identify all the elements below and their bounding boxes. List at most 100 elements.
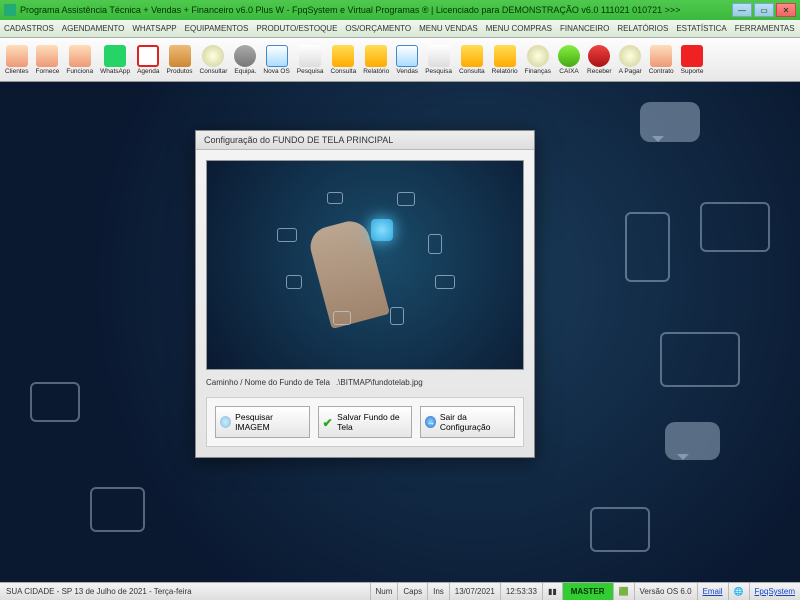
toolbar-consulta[interactable]: Consulta [328,39,360,81]
bg-server-icon [625,212,670,282]
toolbar-label: Relatório [363,68,389,75]
path-label: Caminho / Nome do Fundo de Tela [206,378,330,387]
toolbar-equipa[interactable]: Equipa. [231,39,259,81]
menu-agendamento[interactable]: AGENDAMENTO [62,24,125,33]
menu-estatistica[interactable]: ESTATÍSTICA [676,24,726,33]
path-value: .\BITMAP\fundotelab.jpg [336,378,524,387]
menu-produto[interactable]: PRODUTO/ESTOQUE [256,24,337,33]
toolbar-label: Nova OS [263,68,289,75]
toolbar-consultar[interactable]: Consultar [197,39,231,81]
bg-device-icon-3 [30,382,80,422]
toolbar-relatrio[interactable]: Relatório [360,39,392,81]
toolbar-receber[interactable]: Receber [584,39,615,81]
funciona-icon [69,45,91,67]
menubar: CADASTROS AGENDAMENTO WHATSAPP EQUIPAMEN… [0,20,800,38]
bg-speech-icon-2 [665,422,720,460]
toolbar-fornece[interactable]: Fornece [32,39,62,81]
toolbar-label: Receber [587,68,612,75]
toolbar-pesquisa[interactable]: Pesquisa [294,39,327,81]
status-location: SUA CIDADE - SP 13 de Julho de 2021 - Te… [0,587,370,596]
agenda-icon [137,45,159,67]
apagar-icon [619,45,641,67]
equipa-icon [234,45,256,67]
toolbar-label: Clientes [5,68,28,75]
preview-device-icon [327,192,343,204]
bg-speech-icon [640,102,700,142]
menu-financeiro[interactable]: FINANCEIRO [560,24,609,33]
toolbar-label: Fornece [35,68,59,75]
status-num: Num [370,583,398,600]
caixa-icon [558,45,580,67]
toolbar-label: Consulta [331,68,357,75]
save-wallpaper-label: Salvar Fundo de Tela [337,412,407,432]
whatsapp-icon [104,45,126,67]
window-titlebar: Programa Assistência Técnica + Vendas + … [0,0,800,20]
close-button[interactable]: ✕ [776,3,796,17]
exit-config-button[interactable]: → Sair da Configuração [420,406,515,438]
window-title: Programa Assistência Técnica + Vendas + … [20,5,732,15]
background-config-dialog: Configuração do FUNDO DE TELA PRINCIPAL … [195,130,535,458]
toolbar-agenda[interactable]: Agenda [134,39,162,81]
magnifier-icon [220,416,231,428]
dialog-button-row: Pesquisar IMAGEM ✔ Salvar Fundo de Tela … [206,397,524,447]
exit-config-label: Sair da Configuração [440,412,510,432]
pesquisa-icon [428,45,450,67]
toolbar-label: Relatório [492,68,518,75]
menu-cadastros[interactable]: CADASTROS [4,24,54,33]
check-icon: ✔ [323,416,334,428]
menu-ferramentas[interactable]: FERRAMENTAS [735,24,795,33]
toolbar-vendas[interactable]: Vendas [393,39,421,81]
consulta-icon [461,45,483,67]
dialog-title: Configuração do FUNDO DE TELA PRINCIPAL [196,131,534,150]
preview-device-icon [435,275,455,289]
menu-vendas[interactable]: MENU VENDAS [419,24,478,33]
contrato-icon [650,45,672,67]
finanas-icon [527,45,549,67]
toolbar-novaos[interactable]: Nova OS [260,39,292,81]
toolbar-label: Vendas [396,68,418,75]
toolbar: Clientes Fornece FuncionaWhatsApp Agenda Pro… [0,38,800,82]
pesquisa-icon [299,45,321,67]
wallpaper-preview [206,160,524,370]
status-ins: Ins [427,583,449,600]
toolbar-consulta[interactable]: Consulta [456,39,488,81]
toolbar-label: Agenda [137,68,159,75]
menu-equipamentos[interactable]: EQUIPAMENTOS [185,24,249,33]
toolbar-suporte[interactable]: Suporte [678,39,707,81]
save-wallpaper-button[interactable]: ✔ Salvar Fundo de Tela [318,406,413,438]
menu-whatsapp[interactable]: WHATSAPP [132,24,176,33]
menu-relatorios[interactable]: RELATÓRIOS [617,24,668,33]
menu-compras[interactable]: MENU COMPRAS [486,24,552,33]
toolbar-relatrio[interactable]: Relatório [489,39,521,81]
bg-device-icon [590,507,650,552]
toolbar-produtos[interactable]: Produtos [164,39,196,81]
toolbar-whatsapp[interactable]: WhatsApp [97,39,133,81]
bg-monitor-icon [700,202,770,252]
status-version: Versão OS 6.0 [634,583,697,600]
statusbar: SUA CIDADE - SP 13 de Julho de 2021 - Te… [0,582,800,600]
minimize-button[interactable]: — [732,3,752,17]
dialog-body: Caminho / Nome do Fundo de Tela .\BITMAP… [196,150,534,457]
toolbar-finanas[interactable]: Finanças [522,39,554,81]
toolbar-pesquisa[interactable]: Pesquisa [422,39,455,81]
toolbar-funciona[interactable]: Funciona [63,39,96,81]
produtos-icon [169,45,191,67]
path-row: Caminho / Nome do Fundo de Tela .\BITMAP… [206,378,524,387]
search-image-button[interactable]: Pesquisar IMAGEM [215,406,310,438]
status-email-link[interactable]: Email [697,583,728,600]
toolbar-apagar[interactable]: A Pagar [616,39,645,81]
toolbar-caixa[interactable]: CAIXA [555,39,583,81]
workspace: Configuração do FUNDO DE TELA PRINCIPAL … [0,82,800,582]
consultar-icon [202,45,224,67]
status-site-link[interactable]: FpqSystem [749,583,800,600]
toolbar-clientes[interactable]: Clientes [2,39,31,81]
menu-os[interactable]: OS/ORÇAMENTO [345,24,411,33]
fornece-icon [36,45,58,67]
relatrio-icon [494,45,516,67]
receber-icon [588,45,610,67]
preview-device-icon [397,192,415,206]
maximize-button[interactable]: ▭ [754,3,774,17]
status-date: 13/07/2021 [449,583,500,600]
toolbar-contrato[interactable]: Contrato [646,39,677,81]
relatrio-icon [365,45,387,67]
